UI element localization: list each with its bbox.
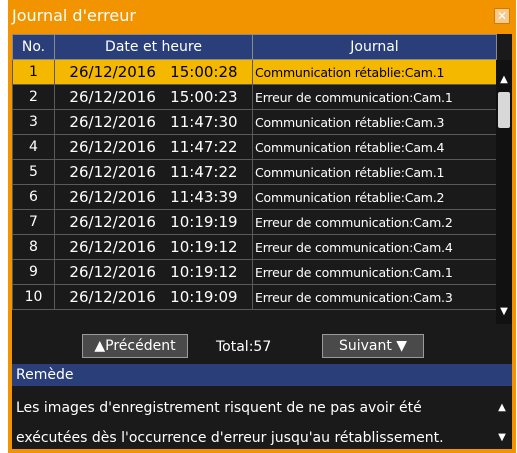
table-row[interactable]: 8 26/12/2016 10:19:12 Erreur de communic… [12,234,497,260]
row-no: 1 [12,59,55,85]
row-no: 8 [12,234,55,260]
row-no: 2 [12,84,55,110]
column-header-no: No. [12,34,55,60]
table-row[interactable]: 1 26/12/2016 15:00:28 Communication réta… [12,59,497,85]
column-header-journal: Journal [252,34,497,60]
row-no: 9 [12,259,55,285]
row-datetime: 26/12/2016 10:19:19 [54,209,253,235]
total-count: Total:57 [216,339,272,355]
close-button[interactable]: ✕ [494,8,510,24]
table-row[interactable]: 10 26/12/2016 10:19:09 Erreur de communi… [12,284,497,310]
table-row[interactable]: 2 26/12/2016 15:00:23 Erreur de communic… [12,84,497,110]
log-scrollbar[interactable]: ▲ ▼ [496,60,512,324]
column-header-datetime: Date et heure [54,34,253,60]
row-journal: Communication rétablie:Cam.2 [252,184,497,210]
pagination-bar: ▲Précédent Total:57 Suivant ▼ [12,330,512,362]
row-datetime: 26/12/2016 10:19:09 [54,284,253,310]
row-datetime: 26/12/2016 10:19:12 [54,259,253,285]
row-no: 5 [12,159,55,185]
scroll-up-arrow-icon[interactable]: ▲ [496,72,512,88]
row-datetime: 26/12/2016 10:19:12 [54,234,253,260]
scrollbar-thumb[interactable] [498,92,510,128]
row-journal: Erreur de communication:Cam.3 [252,284,497,310]
remedy-panel: Remède Les images d'enregistrement risqu… [12,364,512,449]
row-journal: Erreur de communication:Cam.4 [252,234,497,260]
close-icon: ✕ [496,9,508,23]
row-no: 4 [12,134,55,160]
log-table: No. Date et heure Journal 1 26/12/2016 1… [12,34,497,310]
table-row[interactable]: 7 26/12/2016 10:19:19 Erreur de communic… [12,209,497,235]
log-panel: No. Date et heure Journal 1 26/12/2016 1… [12,34,512,449]
row-journal: Communication rétablie:Cam.1 [252,159,497,185]
scroll-down-arrow-icon[interactable]: ▼ [496,304,512,320]
row-datetime: 26/12/2016 15:00:23 [54,84,253,110]
table-row[interactable]: 5 26/12/2016 11:47:22 Communication réta… [12,159,497,185]
remedy-text-line: exécutées dès l'occurrence d'erreur jusq… [16,430,444,446]
remedy-heading: Remède [12,364,512,386]
row-journal: Communication rétablie:Cam.3 [252,109,497,135]
row-journal: Communication rétablie:Cam.4 [252,134,497,160]
table-row[interactable]: 3 26/12/2016 11:47:30 Communication réta… [12,109,497,135]
title-bar: Journal d'erreur ✕ [8,0,516,34]
row-no: 3 [12,109,55,135]
table-row[interactable]: 4 26/12/2016 11:47:22 Communication réta… [12,134,497,160]
row-journal: Communication rétablie:Cam.1 [252,59,497,85]
row-datetime: 26/12/2016 11:47:22 [54,159,253,185]
row-datetime: 26/12/2016 15:00:28 [54,59,253,85]
row-datetime: 26/12/2016 11:47:30 [54,109,253,135]
remedy-text-line: Les images d'enregistrement risquent de … [16,400,422,416]
error-log-window: Journal d'erreur ✕ No. Date et heure Jou… [8,0,516,453]
window-title: Journal d'erreur [12,6,136,25]
remedy-scroll-down-icon[interactable]: ▼ [494,430,510,446]
previous-button[interactable]: ▲Précédent [82,334,188,358]
row-no: 7 [12,209,55,235]
next-button[interactable]: Suivant ▼ [322,334,424,358]
row-datetime: 26/12/2016 11:43:39 [54,184,253,210]
row-datetime: 26/12/2016 11:47:22 [54,134,253,160]
table-header-row: No. Date et heure Journal [12,34,497,60]
table-row[interactable]: 6 26/12/2016 11:43:39 Communication réta… [12,184,497,210]
row-no: 10 [12,284,55,310]
row-journal: Erreur de communication:Cam.2 [252,209,497,235]
row-journal: Erreur de communication:Cam.1 [252,259,497,285]
remedy-scroll-up-icon[interactable]: ▲ [494,400,510,416]
row-no: 6 [12,184,55,210]
table-row[interactable]: 9 26/12/2016 10:19:12 Erreur de communic… [12,259,497,285]
row-journal: Erreur de communication:Cam.1 [252,84,497,110]
